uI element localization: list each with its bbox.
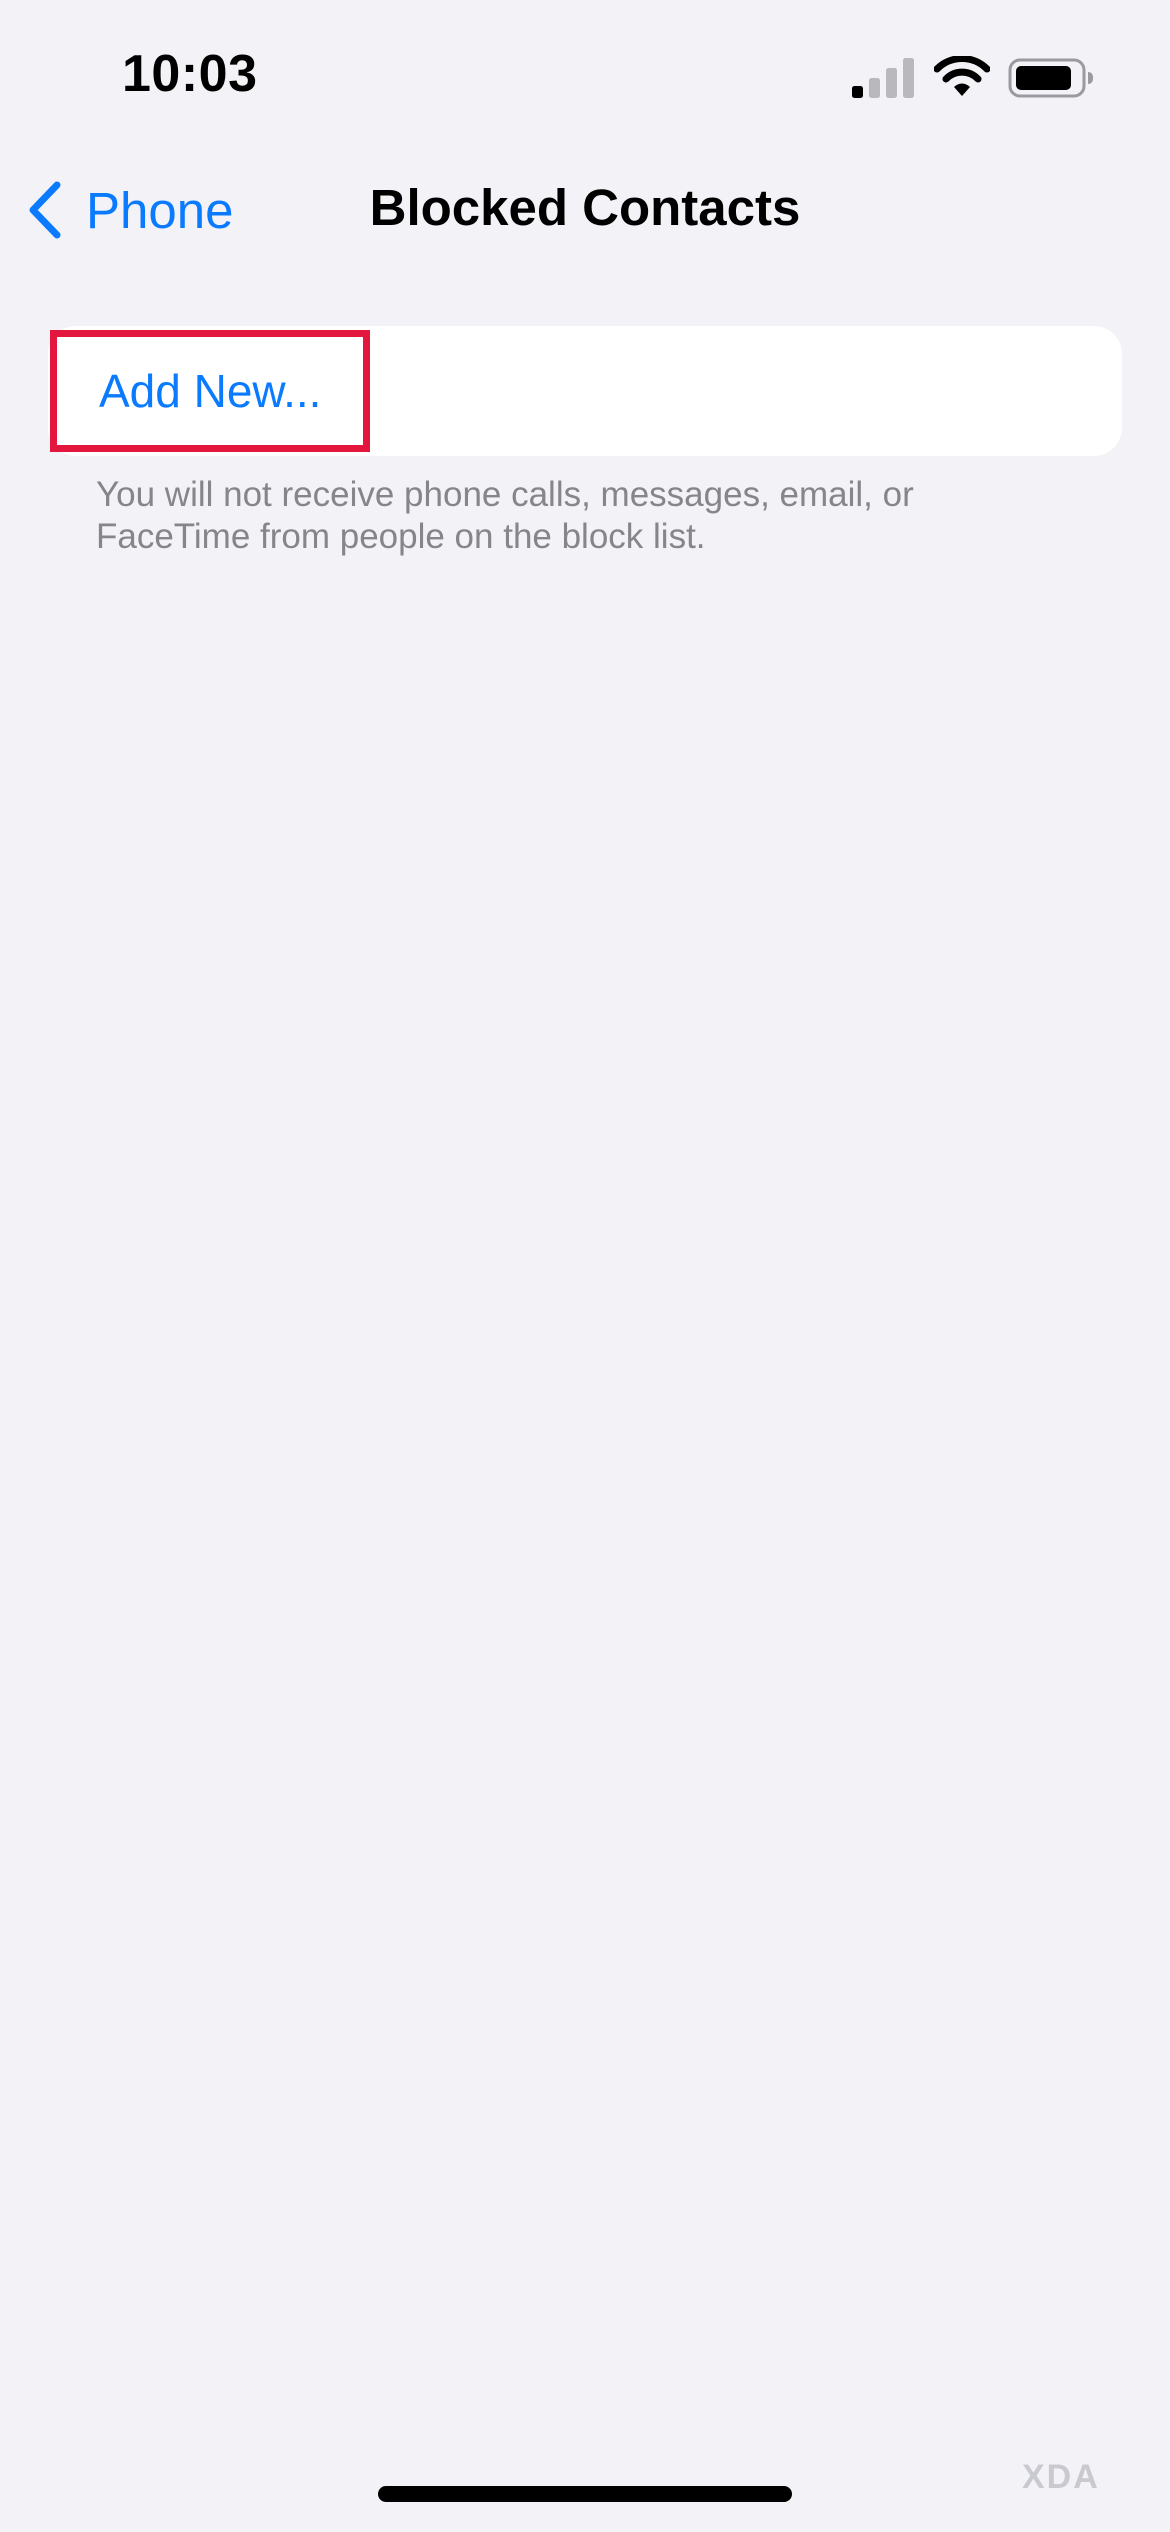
- battery-icon: [1008, 58, 1093, 98]
- wifi-icon: [934, 56, 990, 96]
- xda-watermark: XDA: [1022, 2458, 1100, 2496]
- add-new-button[interactable]: Add New...: [50, 330, 370, 452]
- page-title: Blocked Contacts: [369, 179, 801, 236]
- home-indicator[interactable]: [378, 2486, 792, 2502]
- cellular-signal-icon: [852, 58, 914, 98]
- status-bar: 10:03: [0, 0, 1170, 150]
- block-list-footer-note: You will not receive phone calls, messag…: [96, 475, 914, 556]
- status-time: 10:03: [122, 45, 258, 103]
- navigation-bar: Phone Blocked Contacts: [0, 160, 1170, 260]
- add-new-label: Add New...: [99, 365, 322, 417]
